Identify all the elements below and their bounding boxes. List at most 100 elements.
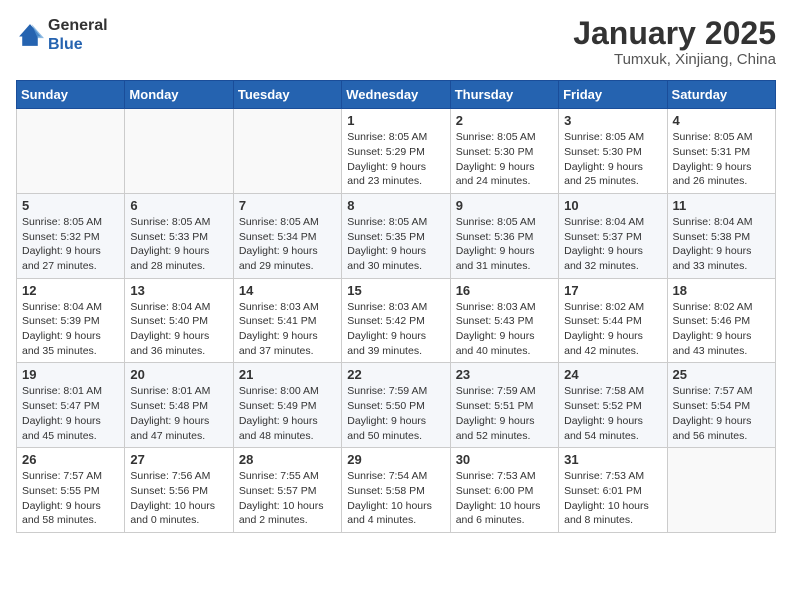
calendar-cell: 20Sunrise: 8:01 AM Sunset: 5:48 PM Dayli… <box>125 363 233 448</box>
day-number: 11 <box>673 198 770 213</box>
day-info: Sunrise: 8:02 AM Sunset: 5:46 PM Dayligh… <box>673 300 770 359</box>
day-info: Sunrise: 7:57 AM Sunset: 5:55 PM Dayligh… <box>22 469 119 528</box>
day-info: Sunrise: 7:56 AM Sunset: 5:56 PM Dayligh… <box>130 469 227 528</box>
day-number: 18 <box>673 283 770 298</box>
calendar-cell <box>125 109 233 194</box>
day-info: Sunrise: 8:03 AM Sunset: 5:42 PM Dayligh… <box>347 300 444 359</box>
calendar-cell: 13Sunrise: 8:04 AM Sunset: 5:40 PM Dayli… <box>125 278 233 363</box>
month-title: January 2025 <box>573 16 776 51</box>
day-number: 10 <box>564 198 661 213</box>
day-number: 16 <box>456 283 553 298</box>
weekday-header-thursday: Thursday <box>450 81 558 109</box>
calendar-cell: 21Sunrise: 8:00 AM Sunset: 5:49 PM Dayli… <box>233 363 341 448</box>
day-number: 30 <box>456 452 553 467</box>
calendar-cell: 22Sunrise: 7:59 AM Sunset: 5:50 PM Dayli… <box>342 363 450 448</box>
calendar-cell: 9 Sunrise: 8:05 AM Sunset: 5:36 PM Daylig… <box>450 193 558 278</box>
day-number: 26 <box>22 452 119 467</box>
day-number: 22 <box>347 367 444 382</box>
calendar-cell: 11 Sunrise: 8:04 AM Sunset: 5:38 PM Dayli… <box>667 193 775 278</box>
calendar-cell: 8 Sunrise: 8:05 AM Sunset: 5:35 PM Daylig… <box>342 193 450 278</box>
day-number: 12 <box>22 283 119 298</box>
day-number: 23 <box>456 367 553 382</box>
calendar-cell: 2Sunrise: 8:05 AM Sunset: 5:30 PM Daylig… <box>450 109 558 194</box>
calendar-cell: 30 Sunrise: 7:53 AM Sunset: 6:00 PM Dayli… <box>450 448 558 533</box>
week-row-1: 1 Sunrise: 8:05 AM Sunset: 5:29 PM Daylig… <box>17 109 776 194</box>
day-info: Sunrise: 7:53 AM Sunset: 6:00 PM Dayligh… <box>456 469 553 528</box>
calendar-cell: 7 Sunrise: 8:05 AM Sunset: 5:34 PM Daylig… <box>233 193 341 278</box>
day-number: 29 <box>347 452 444 467</box>
day-number: 7 <box>239 198 336 213</box>
day-info: Sunrise: 7:58 AM Sunset: 5:52 PM Dayligh… <box>564 384 661 443</box>
location: Tumxuk, Xinjiang, China <box>573 51 776 68</box>
calendar-cell: 18 Sunrise: 8:02 AM Sunset: 5:46 PM Dayli… <box>667 278 775 363</box>
day-number: 31 <box>564 452 661 467</box>
logo: General Blue <box>16 16 108 54</box>
day-number: 28 <box>239 452 336 467</box>
week-row-5: 26 Sunrise: 7:57 AM Sunset: 5:55 PM Dayli… <box>17 448 776 533</box>
calendar-cell: 5 Sunrise: 8:05 AM Sunset: 5:32 PM Daylig… <box>17 193 125 278</box>
calendar-cell: 24 Sunrise: 7:58 AM Sunset: 5:52 PM Dayli… <box>559 363 667 448</box>
day-number: 1 <box>347 113 444 128</box>
day-info: Sunrise: 7:55 AM Sunset: 5:57 PM Dayligh… <box>239 469 336 528</box>
calendar-table: SundayMondayTuesdayWednesdayThursdayFrid… <box>16 80 776 533</box>
day-number: 2 <box>456 113 553 128</box>
day-number: 5 <box>22 198 119 213</box>
calendar-cell <box>233 109 341 194</box>
week-row-3: 12 Sunrise: 8:04 AM Sunset: 5:39 PM Dayli… <box>17 278 776 363</box>
day-info: Sunrise: 8:05 AM Sunset: 5:34 PM Dayligh… <box>239 215 336 274</box>
day-info: Sunrise: 7:54 AM Sunset: 5:58 PM Dayligh… <box>347 469 444 528</box>
day-number: 25 <box>673 367 770 382</box>
day-info: Sunrise: 8:05 AM Sunset: 5:30 PM Dayligh… <box>564 130 661 189</box>
calendar-cell <box>667 448 775 533</box>
calendar-cell: 6Sunrise: 8:05 AM Sunset: 5:33 PM Daylig… <box>125 193 233 278</box>
weekday-header-monday: Monday <box>125 81 233 109</box>
calendar-cell: 19Sunrise: 8:01 AM Sunset: 5:47 PM Dayli… <box>17 363 125 448</box>
day-info: Sunrise: 7:53 AM Sunset: 6:01 PM Dayligh… <box>564 469 661 528</box>
day-info: Sunrise: 8:04 AM Sunset: 5:37 PM Dayligh… <box>564 215 661 274</box>
day-info: Sunrise: 8:05 AM Sunset: 5:32 PM Dayligh… <box>22 215 119 274</box>
week-row-2: 5 Sunrise: 8:05 AM Sunset: 5:32 PM Daylig… <box>17 193 776 278</box>
day-number: 8 <box>347 198 444 213</box>
day-info: Sunrise: 8:05 AM Sunset: 5:36 PM Dayligh… <box>456 215 553 274</box>
weekday-header-saturday: Saturday <box>667 81 775 109</box>
day-number: 9 <box>456 198 553 213</box>
page-header: General Blue January 2025 Tumxuk, Xinjia… <box>16 16 776 68</box>
day-number: 24 <box>564 367 661 382</box>
day-info: Sunrise: 8:04 AM Sunset: 5:38 PM Dayligh… <box>673 215 770 274</box>
calendar-cell <box>17 109 125 194</box>
calendar-cell: 29 Sunrise: 7:54 AM Sunset: 5:58 PM Dayli… <box>342 448 450 533</box>
day-number: 21 <box>239 367 336 382</box>
day-info: Sunrise: 8:05 AM Sunset: 5:33 PM Dayligh… <box>130 215 227 274</box>
calendar-cell: 10 Sunrise: 8:04 AM Sunset: 5:37 PM Dayli… <box>559 193 667 278</box>
weekday-header-sunday: Sunday <box>17 81 125 109</box>
day-info: Sunrise: 7:59 AM Sunset: 5:51 PM Dayligh… <box>456 384 553 443</box>
day-info: Sunrise: 8:03 AM Sunset: 5:43 PM Dayligh… <box>456 300 553 359</box>
calendar-cell: 25 Sunrise: 7:57 AM Sunset: 5:54 PM Dayli… <box>667 363 775 448</box>
calendar-cell: 14 Sunrise: 8:03 AM Sunset: 5:41 PM Dayli… <box>233 278 341 363</box>
calendar-cell: 28 Sunrise: 7:55 AM Sunset: 5:57 PM Dayli… <box>233 448 341 533</box>
day-info: Sunrise: 8:05 AM Sunset: 5:31 PM Dayligh… <box>673 130 770 189</box>
calendar-cell: 26 Sunrise: 7:57 AM Sunset: 5:55 PM Dayli… <box>17 448 125 533</box>
day-info: Sunrise: 8:04 AM Sunset: 5:39 PM Dayligh… <box>22 300 119 359</box>
day-number: 4 <box>673 113 770 128</box>
day-info: Sunrise: 8:05 AM Sunset: 5:29 PM Dayligh… <box>347 130 444 189</box>
calendar-cell: 1 Sunrise: 8:05 AM Sunset: 5:29 PM Daylig… <box>342 109 450 194</box>
title-block: January 2025 Tumxuk, Xinjiang, China <box>573 16 776 68</box>
calendar-cell: 15 Sunrise: 8:03 AM Sunset: 5:42 PM Dayli… <box>342 278 450 363</box>
weekday-header-wednesday: Wednesday <box>342 81 450 109</box>
day-number: 17 <box>564 283 661 298</box>
calendar-cell: 31 Sunrise: 7:53 AM Sunset: 6:01 PM Dayli… <box>559 448 667 533</box>
day-number: 14 <box>239 283 336 298</box>
calendar-cell: 17Sunrise: 8:02 AM Sunset: 5:44 PM Dayli… <box>559 278 667 363</box>
day-info: Sunrise: 8:01 AM Sunset: 5:48 PM Dayligh… <box>130 384 227 443</box>
day-info: Sunrise: 8:05 AM Sunset: 5:35 PM Dayligh… <box>347 215 444 274</box>
calendar-cell: 27Sunrise: 7:56 AM Sunset: 5:56 PM Dayli… <box>125 448 233 533</box>
day-info: Sunrise: 8:01 AM Sunset: 5:47 PM Dayligh… <box>22 384 119 443</box>
day-number: 15 <box>347 283 444 298</box>
day-info: Sunrise: 7:57 AM Sunset: 5:54 PM Dayligh… <box>673 384 770 443</box>
day-number: 13 <box>130 283 227 298</box>
logo-icon <box>16 21 44 49</box>
logo-blue-text: Blue <box>48 36 83 53</box>
weekday-header-friday: Friday <box>559 81 667 109</box>
day-info: Sunrise: 8:03 AM Sunset: 5:41 PM Dayligh… <box>239 300 336 359</box>
